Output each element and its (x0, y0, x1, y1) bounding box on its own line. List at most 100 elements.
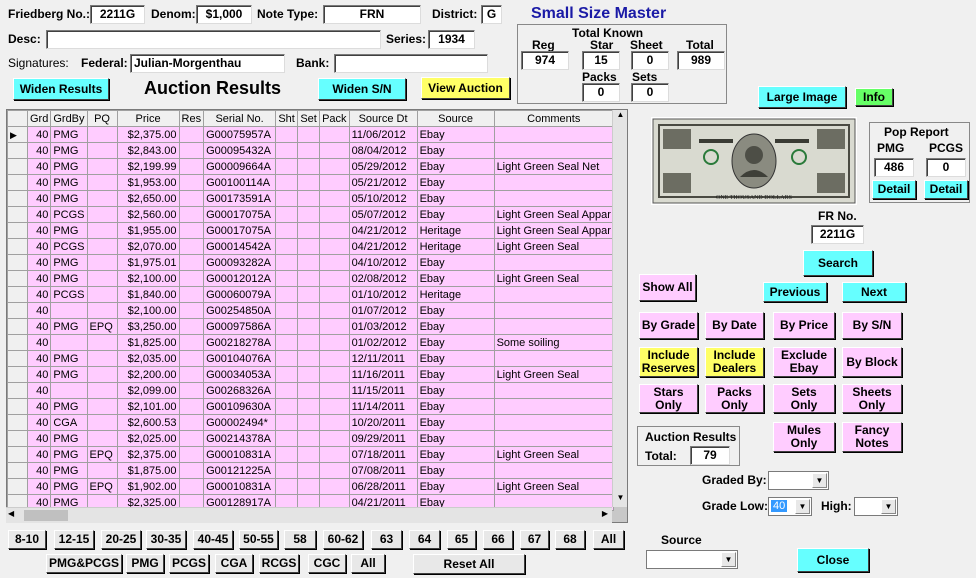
table-cell[interactable] (178, 334, 205, 351)
grade-filter-button[interactable]: 40-45 (193, 530, 233, 549)
by-block-button[interactable]: By Block (842, 347, 902, 377)
table-cell[interactable]: G00014542A (203, 238, 277, 255)
table-cell[interactable] (86, 142, 118, 159)
table-cell[interactable] (319, 350, 350, 367)
table-cell[interactable] (178, 174, 205, 191)
table-cell[interactable] (319, 222, 350, 239)
pcgs-detail-button[interactable]: Detail (924, 180, 968, 199)
note-type-field[interactable]: FRN (323, 5, 421, 24)
table-cell[interactable]: 11/16/2011 (348, 366, 418, 383)
table-cell[interactable] (297, 398, 321, 415)
table-cell[interactable]: Ebay (416, 366, 495, 383)
sheets-only-button[interactable]: Sheets Only (842, 384, 902, 413)
table-cell[interactable] (275, 446, 299, 463)
row-selector[interactable] (7, 366, 28, 383)
table-cell[interactable] (178, 222, 205, 239)
table-cell[interactable]: $1,975.01 (116, 254, 180, 271)
grader-filter-button[interactable]: PMG (126, 554, 164, 573)
scroll-up-icon[interactable]: ▲ (614, 110, 627, 124)
table-cell[interactable] (319, 302, 350, 319)
graded-by-select[interactable]: ▼ (768, 471, 829, 490)
stars-only-button[interactable]: Stars Only (639, 384, 698, 413)
table-cell[interactable] (297, 254, 321, 271)
table-cell[interactable]: 40 (26, 446, 52, 463)
table-cell[interactable]: $2,070.00 (116, 238, 180, 255)
table-cell[interactable]: PCGS (50, 286, 88, 303)
table-cell[interactable]: G00121225A (203, 462, 277, 479)
column-header[interactable]: PQ (86, 110, 118, 127)
table-cell[interactable] (178, 254, 205, 271)
table-cell[interactable] (297, 334, 321, 351)
table-row[interactable]: 40 PMG $2,650.00 G00173591A 05/10/2012 Ebay (7, 190, 614, 207)
include-reserves-button[interactable]: Include Reserves (639, 347, 698, 377)
table-cell[interactable] (86, 430, 118, 447)
table-cell[interactable] (178, 158, 205, 175)
table-cell[interactable] (319, 174, 350, 191)
table-cell[interactable] (275, 382, 299, 399)
table-cell[interactable] (86, 462, 118, 479)
table-cell[interactable] (275, 190, 299, 207)
row-selector[interactable] (7, 478, 28, 495)
pmg-pop-field[interactable]: 486 (874, 158, 914, 177)
table-cell[interactable] (178, 318, 205, 335)
desc-field[interactable] (46, 30, 381, 49)
table-cell[interactable] (493, 382, 614, 399)
federal-field[interactable]: Julian-Morgenthau (130, 54, 285, 73)
table-cell[interactable]: PMG (50, 366, 88, 383)
table-row[interactable]: 40 PMG $2,200.00 G00034053A 11/16/2011 Ebay Li… (7, 366, 614, 383)
table-cell[interactable] (493, 254, 614, 271)
row-selector[interactable] (7, 286, 28, 303)
table-cell[interactable]: $1,902.00 (116, 478, 180, 495)
mules-only-button[interactable]: Mules Only (773, 422, 835, 452)
table-cell[interactable]: 40 (26, 366, 52, 383)
table-cell[interactable]: G00012012A (203, 270, 277, 287)
table-cell[interactable] (275, 398, 299, 415)
table-cell[interactable]: Ebay (416, 350, 495, 367)
table-cell[interactable] (178, 446, 205, 463)
table-cell[interactable]: $2,101.00 (116, 398, 180, 415)
row-selector[interactable] (7, 462, 28, 479)
table-cell[interactable] (297, 382, 321, 399)
table-cell[interactable] (493, 126, 614, 143)
table-cell[interactable]: Light Green Seal (493, 478, 614, 495)
row-selector[interactable] (7, 382, 28, 399)
table-cell[interactable] (275, 302, 299, 319)
table-cell[interactable] (86, 222, 118, 239)
table-cell[interactable] (275, 222, 299, 239)
row-selector[interactable] (7, 142, 28, 159)
table-cell[interactable]: 04/10/2012 (348, 254, 418, 271)
table-cell[interactable] (319, 286, 350, 303)
table-cell[interactable] (275, 270, 299, 287)
table-cell[interactable]: 40 (26, 334, 52, 351)
exclude-ebay-button[interactable]: Exclude Ebay (773, 347, 835, 377)
table-cell[interactable]: G00093282A (203, 254, 277, 271)
grade-filter-button[interactable]: 65 (447, 530, 476, 549)
table-cell[interactable] (86, 398, 118, 415)
by-grade-button[interactable]: By Grade (639, 312, 698, 339)
table-cell[interactable]: PMG (50, 126, 88, 143)
table-cell[interactable] (178, 430, 205, 447)
table-cell[interactable] (493, 190, 614, 207)
table-cell[interactable] (275, 430, 299, 447)
bank-field[interactable] (334, 54, 488, 73)
table-cell[interactable] (275, 142, 299, 159)
table-cell[interactable] (493, 398, 614, 415)
widen-results-button[interactable]: Widen Results (13, 78, 109, 100)
table-cell[interactable]: CGA (50, 414, 88, 431)
table-cell[interactable] (297, 270, 321, 287)
table-cell[interactable]: EPQ (86, 478, 118, 495)
table-cell[interactable] (493, 350, 614, 367)
chevron-down-icon[interactable]: ▼ (812, 473, 827, 488)
grader-filter-button[interactable]: All (351, 554, 385, 573)
table-row[interactable]: 40 PMG EPQ $1,902.00 G00010831A 06/28/2011 Eba… (7, 478, 614, 495)
table-cell[interactable] (297, 158, 321, 175)
table-cell[interactable]: $2,035.00 (116, 350, 180, 367)
table-cell[interactable] (275, 174, 299, 191)
row-selector[interactable] (7, 174, 28, 191)
grade-filter-button[interactable]: 68 (555, 530, 585, 549)
table-cell[interactable] (297, 142, 321, 159)
table-cell[interactable]: 40 (26, 142, 52, 159)
row-selector[interactable] (7, 302, 28, 319)
table-row[interactable]: 40 $1,825.00 G00218278A 01/02/2012 Ebay Some … (7, 334, 614, 351)
table-cell[interactable]: Light Green Seal (493, 238, 614, 255)
